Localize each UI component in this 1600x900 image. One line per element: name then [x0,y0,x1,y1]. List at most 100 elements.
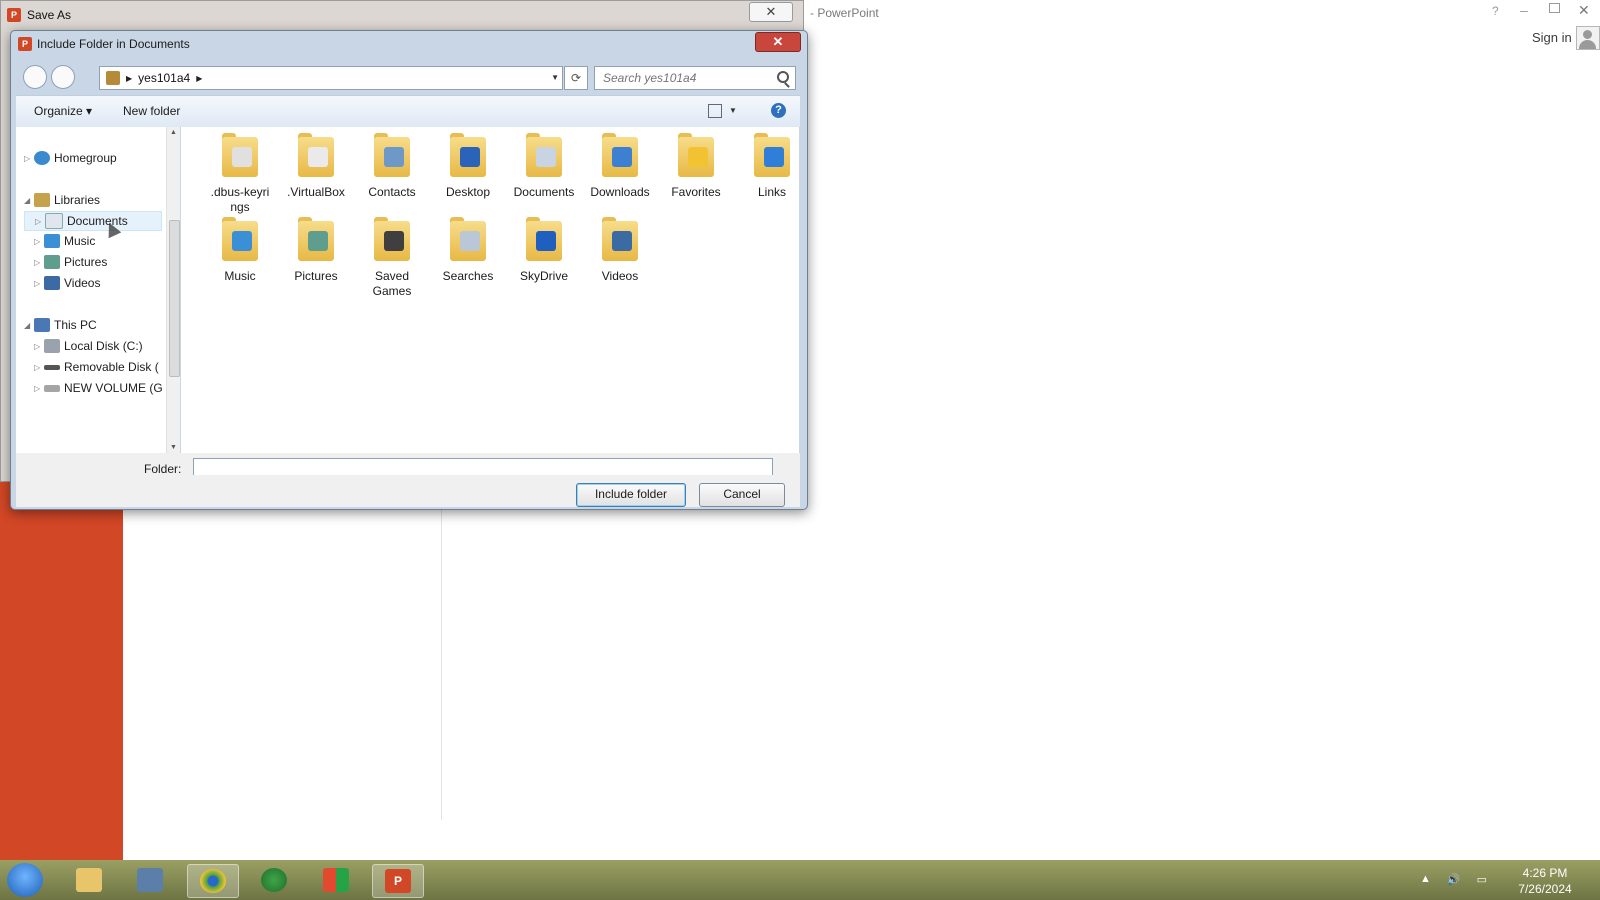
tree-item-new-volume[interactable]: ▷ NEW VOLUME (G [24,379,163,397]
folder-item[interactable]: .VirtualBox [279,133,353,200]
search-box[interactable] [594,66,796,90]
tree-item-this-pc[interactable]: ◢ This PC [24,316,97,334]
tree-label: NEW VOLUME (G [64,381,163,395]
folder-item[interactable]: Desktop [431,133,505,200]
folder-item[interactable]: Contacts [355,133,429,200]
scroll-thumb[interactable] [169,220,180,377]
forward-button[interactable] [51,65,75,89]
tree-item-libraries[interactable]: ◢ Libraries [24,191,100,209]
address-bar[interactable]: ▶ yes101a4 ▶ ▼ [99,66,563,90]
scroll-down-icon[interactable]: ▼ [170,444,177,451]
tree-label: Removable Disk ( [64,360,159,374]
include-folder-button[interactable]: Include folder [576,483,686,507]
tree-item-pictures[interactable]: ▷ Pictures [24,253,107,271]
tree-item-homegroup[interactable]: ▷ Homegroup [24,149,117,167]
folder-icon [448,217,488,263]
folder-item[interactable]: Videos [583,217,657,284]
taskbar-globe[interactable] [249,864,299,896]
expand-icon[interactable]: ▷ [34,363,44,372]
restore-icon[interactable] [1549,3,1560,13]
help-icon[interactable]: ? [1492,4,1499,18]
expand-icon[interactable]: ▷ [24,154,34,163]
folder-name: Videos [601,269,639,283]
expand-icon[interactable]: ▷ [34,342,44,351]
folder-item[interactable]: Saved Games [355,217,429,299]
tree-item-removable-disk[interactable]: ▷ Removable Disk ( [24,358,159,376]
dialog-title: Include Folder in Documents [37,37,190,51]
drive-icon [44,339,60,353]
folder-name: SkyDrive [519,269,568,283]
powerpoint-icon: P [7,8,21,22]
folder-item[interactable]: Music [203,217,277,284]
folder-item[interactable]: .dbus-keyri ngs [203,133,277,215]
refresh-button[interactable]: ⟳ [564,66,588,90]
search-input[interactable] [601,67,775,89]
tree-item-documents[interactable]: ▷ Documents [24,211,162,231]
sign-in-link[interactable]: Sign in [1532,30,1572,45]
cancel-button[interactable]: Cancel [699,483,785,507]
view-dropdown-icon[interactable]: ▼ [729,106,737,115]
tree-item-music[interactable]: ▷ Music [24,232,95,250]
folder-icon [752,133,792,179]
user-folder-icon [106,71,120,85]
expand-icon[interactable]: ▷ [34,384,44,393]
collapse-icon[interactable]: ◢ [24,321,34,330]
expand-icon[interactable]: ▷ [34,237,44,246]
taskbar-chrome[interactable] [187,864,239,898]
drive-icon [44,384,60,392]
folder-item[interactable]: Favorites [659,133,733,200]
tree-label: Local Disk (C:) [64,339,143,353]
close-button[interactable]: ✕ [1578,2,1590,19]
folder-name: Contacts [368,185,416,199]
homegroup-icon [34,151,50,165]
folder-name: .dbus-keyri [210,185,270,199]
new-folder-button[interactable]: New folder [123,104,180,118]
folder-item[interactable]: Documents [507,133,581,200]
breadcrumb-yes101a4[interactable]: yes101a4 [138,71,190,85]
start-button[interactable] [7,863,43,897]
computer-icon [137,868,163,892]
expand-icon[interactable]: ▷ [35,217,45,226]
folder-item[interactable]: Links [735,133,809,200]
volume-icon[interactable]: 🔊 [1447,873,1461,886]
folder-item[interactable]: Downloads [583,133,657,200]
scroll-up-icon[interactable]: ▲ [170,129,177,136]
tray-expand-icon[interactable]: ▲ [1420,873,1431,886]
expand-icon[interactable]: ▷ [34,279,44,288]
tree-item-local-disk[interactable]: ▷ Local Disk (C:) [24,337,143,355]
folder-item[interactable]: Searches [431,217,505,284]
clock[interactable]: 4:26 PM 7/26/2024 [1505,865,1585,897]
tree-item-videos[interactable]: ▷ Videos [24,274,100,292]
navigation-scrollbar[interactable]: ▲ ▼ [166,127,180,453]
clock-time: 4:26 PM [1522,866,1568,880]
taskbar-powerpoint[interactable]: P [372,864,424,898]
organize-button[interactable]: Organize ▾ [34,104,92,118]
include-folder-dialog: P Include Folder in Documents ✕ ▶ yes101… [10,30,808,510]
address-dropdown-icon[interactable]: ▼ [551,73,559,82]
folder-item[interactable]: SkyDrive [507,217,581,284]
search-icon[interactable] [777,71,789,83]
libraries-icon [34,193,50,207]
tree-label: Music [64,234,96,248]
pictures-icon [44,255,60,269]
breadcrumb-arrow-icon[interactable]: ▶ [126,74,132,83]
network-icon[interactable]: ▭ [1477,873,1487,886]
folder-name: Music [224,269,256,283]
taskbar-app[interactable] [311,864,361,896]
taskbar-computer[interactable] [125,864,175,896]
save-as-close-button[interactable]: ✕ [749,2,793,22]
view-options-icon[interactable] [708,104,722,118]
expand-icon[interactable]: ▷ [34,258,44,267]
avatar-icon[interactable] [1576,26,1600,50]
dialog-close-button[interactable]: ✕ [755,32,801,52]
taskbar-explorer[interactable] [64,864,114,896]
collapse-icon[interactable]: ◢ [24,196,34,205]
folder-item[interactable]: Pictures [279,217,353,284]
taskbar: P ▲ 🔊 ▭ 4:26 PM 7/26/2024 [0,860,1600,900]
breadcrumb-arrow-icon[interactable]: ▶ [196,74,202,83]
back-button[interactable] [23,65,47,89]
help-icon[interactable]: ? [771,103,786,118]
powerpoint-icon: P [18,37,32,51]
folder-name-cont: ngs [230,200,250,214]
minimize-button[interactable]: – [1520,2,1528,18]
